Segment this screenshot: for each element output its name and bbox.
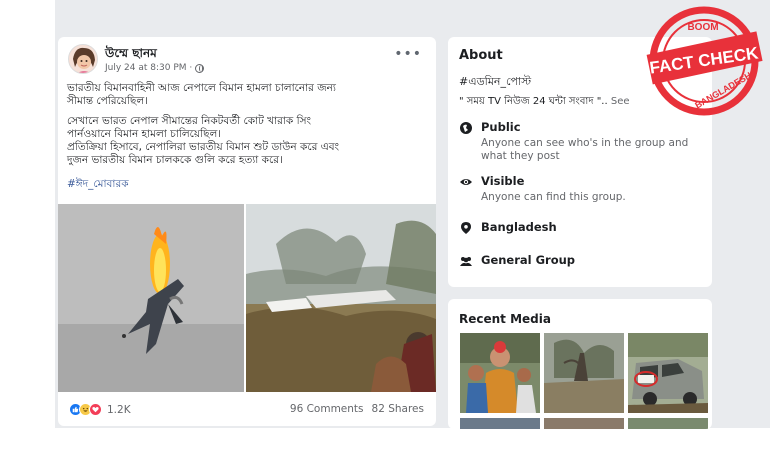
location-row: Bangladesh [459, 220, 557, 235]
group-icon [460, 257, 472, 266]
reaction-summary[interactable]: 1.2K [69, 403, 131, 416]
visibility-title: Visible [481, 174, 525, 188]
group-type-text: General Group [481, 253, 576, 267]
recent-media-title: Recent Media [459, 312, 551, 326]
media-thumbnail[interactable] [544, 333, 624, 413]
boom-fact-check-badge: FACT CHECK BOOM BANGLADESH [640, 3, 768, 121]
author-name[interactable]: উম্মে ছানম [105, 45, 157, 65]
shares-count[interactable]: 82 Shares [372, 403, 424, 415]
post-text-line: পার্নওয়ানে বিমান হামলা চালিয়েছিল। [67, 128, 222, 140]
visibility-row: Visible Anyone can find this group. [459, 174, 626, 204]
privacy-row: Public Anyone can see who's in the group… [459, 120, 706, 163]
group-type-row: General Group [459, 253, 575, 268]
about-title: About [459, 48, 503, 63]
avatar[interactable] [68, 44, 98, 74]
more-icon[interactable]: ••• [394, 47, 422, 61]
globe-icon [195, 63, 205, 73]
media-thumbnail[interactable] [460, 333, 540, 413]
privacy-subtitle: Anyone can see who's in the group and wh… [481, 137, 689, 162]
eye-icon [460, 179, 472, 185]
location-icon [461, 222, 471, 234]
visibility-subtitle: Anyone can find this group. [481, 191, 626, 203]
post-card: উম্মে ছানম July 24 at 8:30 PM · ••• ভারত… [58, 37, 436, 426]
see-more-link[interactable]: See [611, 96, 630, 107]
post-meta: July 24 at 8:30 PM · [105, 63, 205, 73]
post-text-line: সেখানে ভারত নেপাল সীমান্তের নিকটবর্তী কো… [67, 115, 312, 127]
bottom-margin [0, 428, 770, 462]
recent-media-card: Recent Media [448, 299, 712, 429]
about-description: " সময় TV নিউজ 24 ঘন্টা সংবাদ ".. See [459, 94, 630, 111]
media-thumbnail-car[interactable] [628, 333, 708, 413]
left-margin [0, 0, 55, 462]
about-hashtag: #এডমিন_পোস্ট [459, 75, 532, 88]
post-timestamp[interactable]: July 24 at 8:30 PM · [105, 63, 192, 73]
media-thumbnail-row2[interactable] [544, 418, 624, 429]
media-thumbnail-row2[interactable] [628, 418, 708, 429]
media-thumbnail-row2[interactable] [460, 418, 540, 429]
comments-count[interactable]: 96 Comments [290, 403, 364, 415]
location-text[interactable]: Bangladesh [481, 220, 557, 234]
post-photo-crash-site[interactable] [246, 204, 436, 392]
post-text: ভারতীয় বিমানবাহিনী আজ নেপালে বিমান হামল… [67, 82, 423, 167]
post-text-line: প্রতিক্রিয়া হিসাবে, নেপালিরা ভারতীয় বি… [67, 141, 340, 153]
lock-icon [460, 122, 472, 134]
post-text-line: দুজন ভারতীয় বিমান চালককে গুলি করে হত্যা… [67, 154, 283, 166]
post-text-line: ভারতীয় বিমানবাহিনী আজ নেপালে বিমান হামল… [67, 82, 336, 94]
post-photo-burning-jet[interactable] [58, 204, 244, 392]
love-icon [89, 403, 102, 416]
badge-brand: BOOM [687, 22, 718, 33]
reaction-count: 1.2K [107, 403, 131, 416]
about-description-text: " সময় TV নিউজ 24 ঘন্টা সংবাদ ".. [459, 96, 608, 107]
privacy-title: Public [481, 120, 521, 134]
comment-share-summary: 96 Comments 82 Shares [290, 403, 424, 415]
post-text-line: সীমান্ত পেরিয়েছিল। [67, 95, 148, 107]
hashtag-link[interactable]: #ঈদ_মোবারক [67, 177, 129, 194]
